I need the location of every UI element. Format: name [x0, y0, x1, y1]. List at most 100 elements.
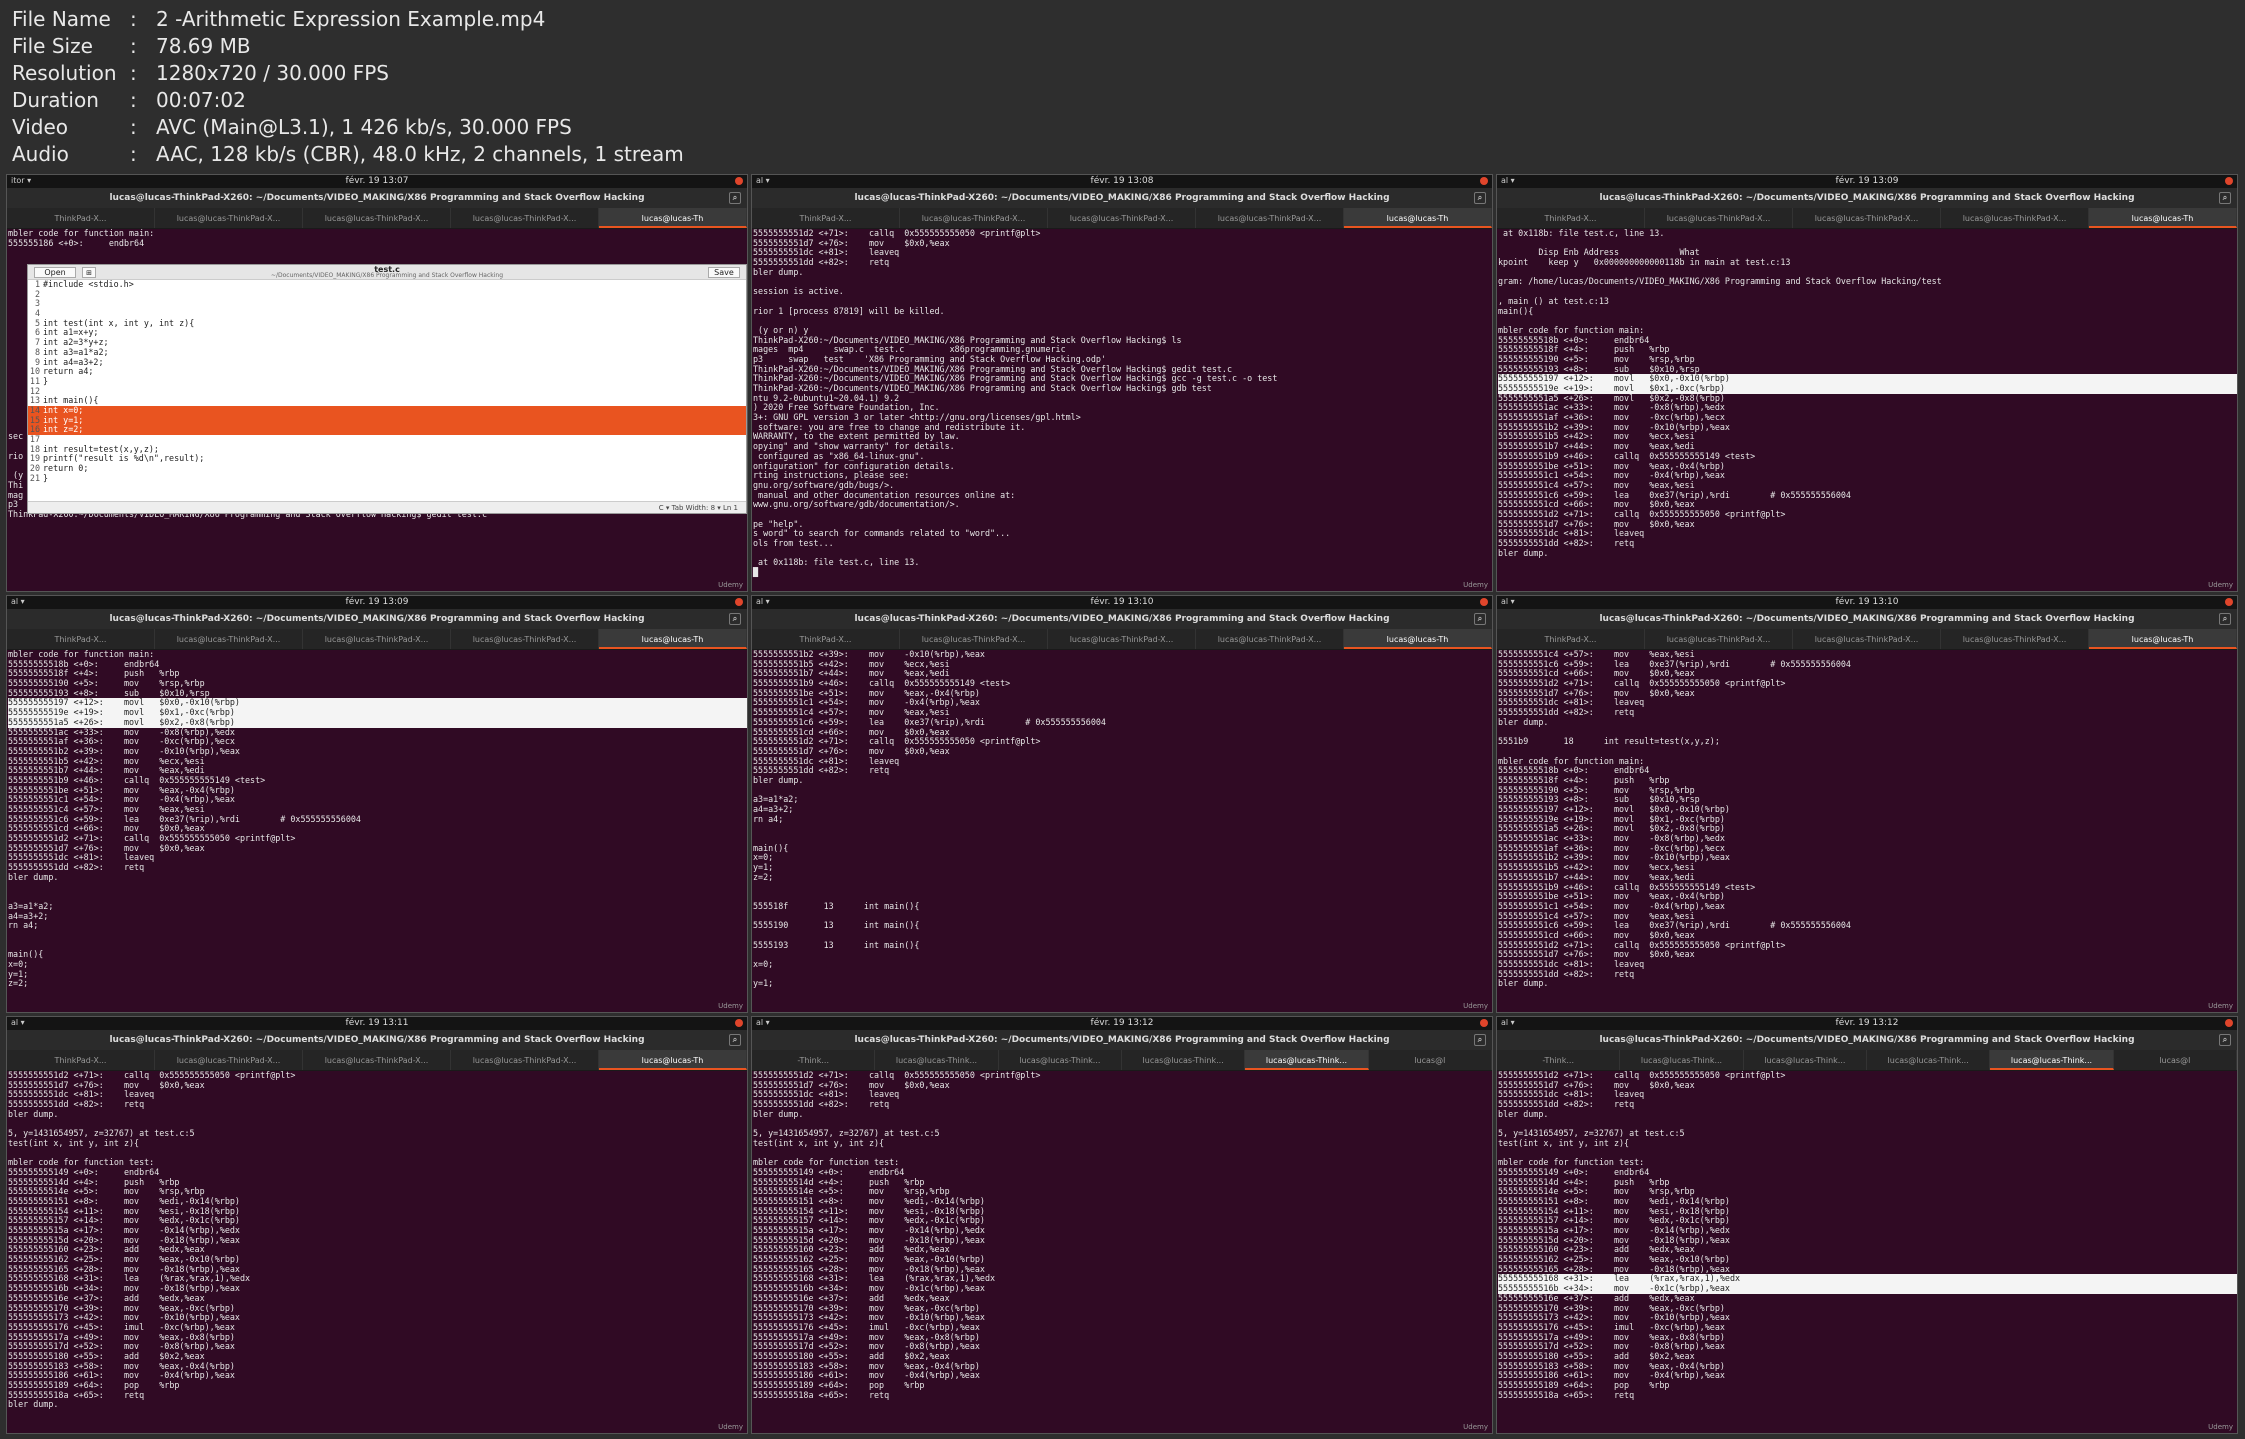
system-top-bar: al ▾ févr. 19 13:09 [1497, 175, 2237, 188]
clock[interactable]: févr. 19 13:11 [7, 1018, 747, 1028]
search-icon[interactable]: ⌕ [729, 1034, 741, 1046]
terminal-tab[interactable]: lucas@lucas-Think... [999, 1050, 1122, 1070]
search-icon[interactable]: ⌕ [1474, 1034, 1486, 1046]
terminal-tab[interactable]: lucas@lucas-Th [2089, 208, 2237, 228]
terminal-tab[interactable]: lucas@lucas-ThinkPad-X... [155, 629, 303, 649]
terminal-tab[interactable]: lucas@lucas-Th [599, 208, 747, 228]
terminal-tab[interactable]: lucas@lucas-ThinkPad-X... [1645, 208, 1793, 228]
terminal-tab[interactable]: ThinkPad-X... [7, 208, 155, 228]
udemy-watermark: Udemy [2208, 581, 2233, 589]
terminal-title: lucas@lucas-ThinkPad-X260: ~/Documents/V… [752, 188, 1492, 208]
close-icon[interactable] [735, 598, 743, 606]
gedit-window: test.c ~/Documents/VIDEO_MAKING/X86 Progr… [27, 264, 747, 514]
info-colon: : [130, 34, 137, 58]
terminal-tab[interactable]: lucas@lucas-ThinkPad-X... [1793, 629, 1941, 649]
new-document-icon[interactable]: ⊞ [82, 267, 96, 278]
terminal-tab[interactable]: lucas@lucas-ThinkPad-X... [900, 629, 1048, 649]
terminal-tab[interactable]: lucas@lucas-ThinkPad-X... [900, 208, 1048, 228]
clock[interactable]: févr. 19 13:09 [1497, 176, 2237, 186]
terminal-tab[interactable]: ThinkPad-X... [752, 629, 900, 649]
save-button[interactable]: Save [708, 267, 740, 278]
terminal-tab[interactable]: lucas@l [1369, 1050, 1492, 1070]
terminal-tab[interactable]: lucas@lucas-Th [1344, 629, 1492, 649]
terminal-tab[interactable]: lucas@lucas-ThinkPad-X... [155, 1050, 303, 1070]
udemy-watermark: Udemy [718, 1423, 743, 1431]
terminal-tab[interactable]: lucas@lucas-ThinkPad-X... [1048, 629, 1196, 649]
search-icon[interactable]: ⌕ [729, 613, 741, 625]
search-icon[interactable]: ⌕ [2219, 192, 2231, 204]
terminal-tab[interactable]: ThinkPad-X... [7, 1050, 155, 1070]
clock[interactable]: févr. 19 13:10 [1497, 597, 2237, 607]
close-icon[interactable] [735, 1019, 743, 1027]
info-colon: : [130, 142, 137, 166]
terminal-line: test(int x, int y, int z){ [8, 1137, 140, 1148]
clock[interactable]: févr. 19 13:10 [752, 597, 1492, 607]
terminal-tab[interactable]: lucas@lucas-Th [2089, 629, 2237, 649]
terminal-tab[interactable]: lucas@lucas-Th [599, 1050, 747, 1070]
close-icon[interactable] [2225, 598, 2233, 606]
terminal-tab[interactable]: lucas@lucas-Think... [1620, 1050, 1744, 1070]
terminal-tab[interactable]: lucas@lucas-ThinkPad-X... [1793, 208, 1941, 228]
code-text: int result=test(x,y,z); [43, 443, 159, 454]
terminal-tab[interactable]: lucas@lucas-ThinkPad-X... [303, 629, 451, 649]
code-line: 16 int z=2; [28, 424, 746, 435]
terminal-tab[interactable]: -Think... [1497, 1050, 1621, 1070]
terminal-tab[interactable]: ThinkPad-X... [752, 208, 900, 228]
code-line: 14 int x=0; [28, 405, 746, 416]
code-text: int test(int x, int y, int z){ [43, 317, 195, 328]
terminal-tab[interactable]: lucas@lucas-ThinkPad-X... [1645, 629, 1793, 649]
terminal-tab[interactable]: lucas@lucas-ThinkPad-X... [1048, 208, 1196, 228]
search-icon[interactable]: ⌕ [2219, 613, 2231, 625]
search-icon[interactable]: ⌕ [2219, 1034, 2231, 1046]
terminal-tab[interactable]: lucas@lucas-Think... [1744, 1050, 1867, 1070]
terminal-tab[interactable]: ThinkPad-X... [1497, 629, 1645, 649]
terminal-tab[interactable]: lucas@lucas-ThinkPad-X... [451, 208, 599, 228]
system-top-bar: itor ▾ févr. 19 13:07 [7, 175, 747, 188]
close-icon[interactable] [1480, 177, 1488, 185]
terminal-tab[interactable]: lucas@lucas-ThinkPad-X... [1196, 629, 1344, 649]
terminal-tab[interactable]: lucas@lucas-Think... [1990, 1050, 2114, 1070]
terminal-tab[interactable]: lucas@lucas-ThinkPad-X... [1196, 208, 1344, 228]
search-icon[interactable]: ⌕ [1474, 192, 1486, 204]
terminal-tab[interactable]: ThinkPad-X... [1497, 208, 1645, 228]
terminal-line: z=2; [753, 871, 774, 882]
terminal-tab[interactable]: lucas@lucas-Th [599, 629, 747, 649]
terminal-tab[interactable]: lucas@lucas-Think... [1245, 1050, 1369, 1070]
terminal-tab[interactable]: lucas@l [2114, 1050, 2237, 1070]
close-icon[interactable] [1480, 598, 1488, 606]
terminal-tab[interactable]: lucas@lucas-Think... [1122, 1050, 1246, 1070]
system-top-bar: al ▾ févr. 19 13:10 [752, 596, 1492, 609]
code-editor[interactable]: 1 #include <stdio.h> 2 3 4 5 int test(int x, i… [28, 279, 746, 501]
clock[interactable]: févr. 19 13:12 [1497, 1018, 2237, 1028]
terminal-tab[interactable]: lucas@lucas-ThinkPad-X... [451, 1050, 599, 1070]
system-top-bar: al ▾ févr. 19 13:08 [752, 175, 1492, 188]
clock[interactable]: févr. 19 13:12 [752, 1018, 1492, 1028]
terminal-tab[interactable]: lucas@lucas-ThinkPad-X... [1941, 208, 2089, 228]
clock[interactable]: févr. 19 13:09 [7, 597, 747, 607]
terminal-tab[interactable]: lucas@lucas-Th [1344, 208, 1492, 228]
open-button[interactable]: Open [34, 267, 76, 278]
close-icon[interactable] [1480, 1019, 1488, 1027]
clock[interactable]: févr. 19 13:08 [752, 176, 1492, 186]
close-icon[interactable] [2225, 1019, 2233, 1027]
search-icon[interactable]: ⌕ [729, 192, 741, 204]
terminal-line: 55555555518a <+65>: retq [1498, 1389, 1635, 1400]
search-icon[interactable]: ⌕ [1474, 613, 1486, 625]
system-top-bar: al ▾ févr. 19 13:12 [1497, 1017, 2237, 1030]
terminal-tab[interactable]: ThinkPad-X... [7, 629, 155, 649]
terminal-tab[interactable]: lucas@lucas-ThinkPad-X... [303, 1050, 451, 1070]
terminal-tab[interactable]: -Think... [752, 1050, 876, 1070]
terminal-line: z=2; [8, 978, 29, 989]
terminal-title: lucas@lucas-ThinkPad-X260: ~/Documents/V… [1497, 1030, 2237, 1050]
terminal-tab[interactable]: lucas@lucas-ThinkPad-X... [155, 208, 303, 228]
terminal-tab[interactable]: lucas@lucas-ThinkPad-X... [303, 208, 451, 228]
close-icon[interactable] [735, 177, 743, 185]
terminal-tab[interactable]: lucas@lucas-ThinkPad-X... [451, 629, 599, 649]
close-icon[interactable] [2225, 177, 2233, 185]
terminal-tab[interactable]: lucas@lucas-ThinkPad-X... [1941, 629, 2089, 649]
terminal-tab[interactable]: lucas@lucas-Think... [1867, 1050, 1991, 1070]
clock[interactable]: févr. 19 13:07 [7, 176, 747, 186]
terminal-tab[interactable]: lucas@lucas-Think... [875, 1050, 999, 1070]
